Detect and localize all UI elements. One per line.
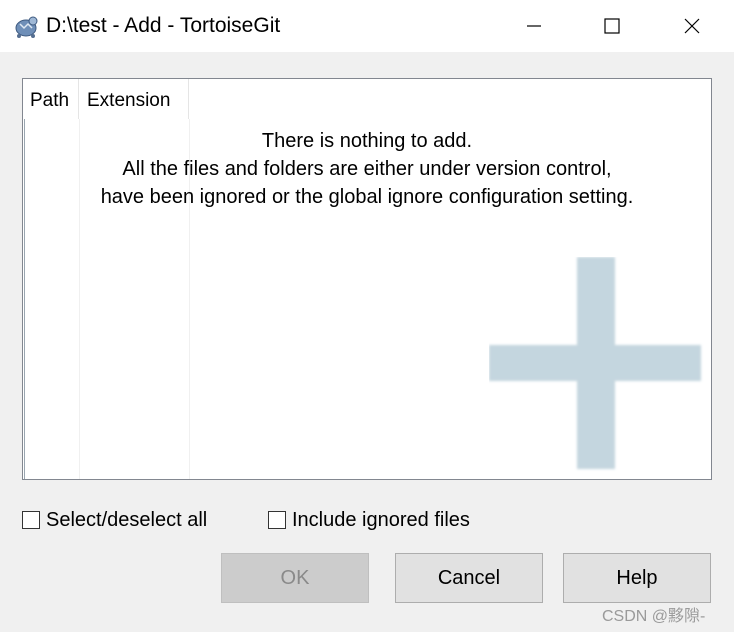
include-ignored-checkbox-row[interactable]: Include ignored files <box>268 508 470 532</box>
empty-message-line: have been ignored or the global ignore c… <box>100 186 634 208</box>
ok-button[interactable]: OK <box>221 553 369 603</box>
select-all-checkbox[interactable] <box>22 511 40 529</box>
minimize-button[interactable] <box>494 0 574 52</box>
title-bar: D:\test - Add - TortoiseGit <box>0 0 734 52</box>
maximize-button[interactable] <box>572 0 652 52</box>
tortoisegit-icon <box>15 16 38 38</box>
maximize-icon <box>604 18 620 34</box>
file-list[interactable]: Path Extension There is nothing to add. … <box>22 78 712 480</box>
close-icon <box>684 18 700 34</box>
add-plus-icon <box>489 257 701 469</box>
select-all-checkbox-row[interactable]: Select/deselect all <box>22 508 207 532</box>
empty-message-line: All the files and folders are either und… <box>122 158 612 180</box>
list-header: Path Extension <box>23 79 189 119</box>
help-button[interactable]: Help <box>563 553 711 603</box>
include-ignored-label: Include ignored files <box>292 508 470 531</box>
csdn-watermark: CSDN @黟隙- <box>602 608 706 625</box>
column-header-extension[interactable]: Extension <box>79 79 189 119</box>
include-ignored-checkbox[interactable] <box>268 511 286 529</box>
cancel-button[interactable]: Cancel <box>395 553 543 603</box>
window-title: D:\test - Add - TortoiseGit <box>46 14 281 37</box>
empty-message: There is nothing to add. All the files a… <box>23 127 711 211</box>
column-header-path[interactable]: Path <box>23 79 79 119</box>
minimize-icon <box>527 25 541 27</box>
close-button[interactable] <box>652 0 732 52</box>
select-all-label: Select/deselect all <box>46 508 208 531</box>
empty-message-line: There is nothing to add. <box>261 130 473 152</box>
